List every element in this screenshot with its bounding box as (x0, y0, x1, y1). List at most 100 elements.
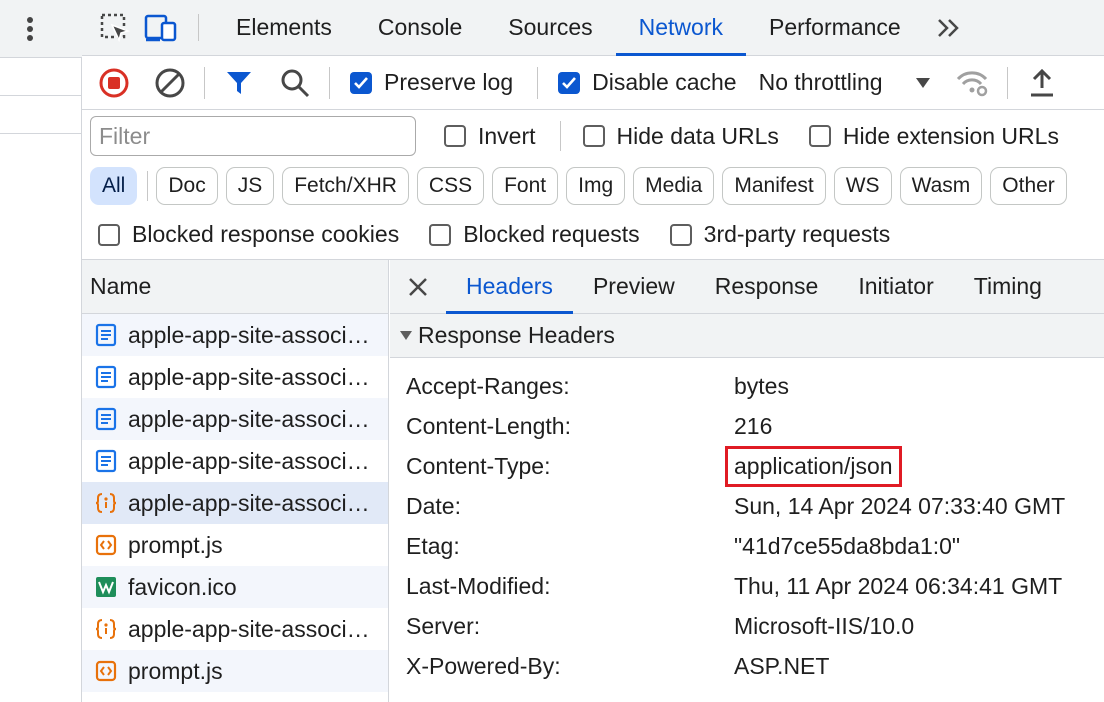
header-key: Date: (406, 492, 461, 519)
triangle-down-icon (400, 331, 412, 340)
document-icon (94, 449, 118, 473)
request-row-selected[interactable]: apple-app-site-association (82, 482, 388, 524)
close-icon (409, 277, 427, 296)
request-row[interactable]: apple-app-site-association (82, 440, 388, 482)
hide-extension-urls-checkbox[interactable] (808, 125, 831, 147)
dropdown-arrow-icon (915, 77, 930, 88)
header-row: Last-Modified: Thu, 11 Apr 2024 06:34:41… (390, 566, 1104, 606)
more-tabs-button[interactable] (924, 0, 974, 55)
tab-response[interactable]: Response (695, 260, 839, 313)
request-row[interactable]: apple-app-site-association (82, 398, 388, 440)
type-chip-font[interactable]: Font (492, 167, 559, 205)
filter-toggle-button[interactable] (211, 56, 267, 110)
tab-timing[interactable]: Timing (954, 260, 1062, 313)
tab-sources[interactable]: Sources (485, 0, 615, 55)
hide-data-urls-label: Hide data URLs (616, 122, 779, 149)
hide-data-urls-option[interactable]: Hide data URLs (582, 122, 779, 150)
stop-recording-button[interactable] (86, 56, 142, 110)
request-row[interactable]: prompt.js (82, 524, 388, 566)
request-name: apple-app-site-association (128, 363, 380, 390)
name-column-header[interactable]: Name (82, 260, 388, 314)
blocked-cookies-option[interactable]: Blocked response cookies (98, 221, 399, 248)
disable-cache-checkbox[interactable] (558, 71, 581, 94)
type-chip-media[interactable]: Media (633, 167, 715, 205)
clear-button[interactable] (142, 56, 198, 110)
hide-extension-urls-option[interactable]: Hide extension URLs (808, 122, 1059, 150)
type-chip-other[interactable]: Other (990, 167, 1067, 205)
type-chip-all[interactable]: All (90, 167, 138, 205)
throttling-value: No throttling (758, 69, 883, 95)
third-party-option[interactable]: 3rd-party requests (669, 221, 891, 248)
request-row[interactable]: prompt.js (82, 650, 388, 692)
preserve-log-checkbox[interactable] (350, 71, 372, 94)
tab-preview[interactable]: Preview (573, 260, 695, 313)
divider (329, 66, 330, 99)
invert-checkbox[interactable] (444, 125, 466, 147)
type-chip-fetch-xhr[interactable]: Fetch/XHR (282, 167, 409, 205)
header-value: "41d7ce55da8bda1:0" (734, 532, 961, 559)
type-chip-wasm[interactable]: Wasm (899, 167, 983, 205)
type-chip-js[interactable]: JS (225, 167, 275, 205)
record-icon (99, 68, 129, 97)
document-icon (94, 407, 118, 431)
script-icon (94, 533, 118, 557)
header-row: Content-Length: 216 (390, 406, 1104, 446)
header-value: Sun, 14 Apr 2024 07:33:40 GMT (734, 492, 1066, 519)
request-name: favicon.ico (128, 573, 237, 600)
request-row[interactable]: apple-app-site-association (82, 608, 388, 650)
search-icon (281, 69, 310, 97)
disable-cache-label: Disable cache (592, 69, 737, 95)
filter-input[interactable] (90, 116, 416, 156)
response-headers-section[interactable]: Response Headers (390, 314, 1104, 358)
type-chip-img[interactable]: Img (566, 167, 626, 205)
invert-option[interactable]: Invert (444, 123, 536, 150)
request-type-filter: All Doc JS Fetch/XHR CSS Font Img Media … (82, 162, 1104, 210)
tab-performance[interactable]: Performance (746, 0, 924, 55)
blocked-requests-option[interactable]: Blocked requests (429, 221, 640, 248)
blocked-requests-checkbox[interactable] (429, 223, 452, 246)
tab-elements[interactable]: Elements (213, 0, 355, 55)
devtools: Elements Console Sources Network Perform… (82, 0, 1104, 702)
tab-headers[interactable]: Headers (446, 260, 573, 314)
network-toolbar: Preserve log Disable cache No throttling (82, 56, 1104, 110)
divider (198, 14, 199, 41)
third-party-checkbox[interactable] (669, 223, 692, 246)
type-chip-css[interactable]: CSS (416, 167, 485, 205)
request-row[interactable]: apple-app-site-association (82, 314, 388, 356)
tab-initiator[interactable]: Initiator (838, 260, 953, 313)
page-strip (0, 96, 82, 134)
header-row: Server: Microsoft-IIS/10.0 (390, 606, 1104, 646)
header-value: 216 (734, 412, 773, 439)
page-gutter (0, 0, 82, 702)
fetch-icon (94, 617, 118, 641)
more-options-button[interactable] (0, 0, 82, 58)
checkmark-icon (562, 76, 577, 89)
divider (204, 66, 205, 99)
blocked-cookies-checkbox[interactable] (98, 223, 120, 246)
close-details-button[interactable] (390, 260, 446, 313)
search-button[interactable] (267, 56, 323, 110)
tab-network[interactable]: Network (615, 0, 747, 56)
request-row[interactable]: favicon.ico (82, 566, 388, 608)
section-title: Response Headers (418, 322, 615, 348)
filter-bar: Invert Hide data URLs Hide extension URL… (82, 110, 1104, 162)
tab-console[interactable]: Console (355, 0, 485, 55)
page-strip (0, 58, 82, 96)
inspect-element-button[interactable] (92, 0, 138, 55)
device-toolbar-button[interactable] (138, 0, 184, 55)
import-har-button[interactable] (1014, 56, 1070, 110)
throttling-select[interactable]: No throttling (759, 69, 931, 96)
header-key: Server: (406, 612, 481, 639)
type-chip-manifest[interactable]: Manifest (722, 167, 826, 205)
third-party-label: 3rd-party requests (703, 221, 891, 247)
hide-extension-urls-label: Hide extension URLs (842, 122, 1059, 149)
header-key: X-Powered-By: (406, 652, 561, 679)
upload-icon (1030, 68, 1053, 96)
request-row[interactable]: apple-app-site-association (82, 356, 388, 398)
hide-data-urls-checkbox[interactable] (582, 125, 605, 147)
type-chip-ws[interactable]: WS (833, 167, 892, 205)
header-value: Thu, 11 Apr 2024 06:34:41 GMT (734, 572, 1063, 599)
request-name: apple-app-site-association (128, 321, 380, 348)
network-conditions-button[interactable] (945, 56, 1001, 110)
type-chip-doc[interactable]: Doc (156, 167, 218, 205)
